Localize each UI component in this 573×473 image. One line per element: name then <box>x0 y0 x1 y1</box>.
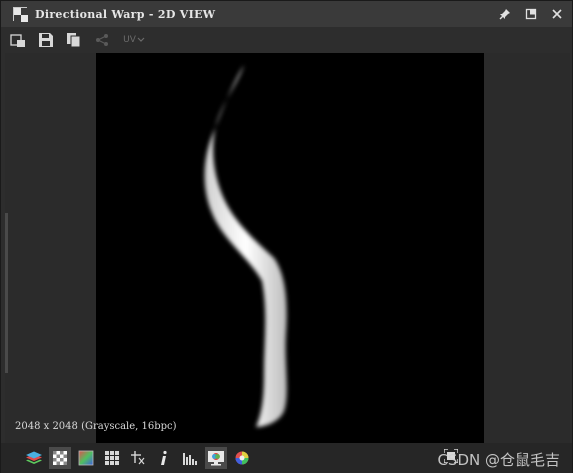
checker-background-icon[interactable] <box>49 447 71 469</box>
histogram-icon[interactable] <box>179 447 201 469</box>
2d-view-icon <box>13 7 28 22</box>
save-icon[interactable] <box>35 29 57 51</box>
info-icon[interactable] <box>153 447 175 469</box>
color-gradient-icon[interactable] <box>75 447 97 469</box>
2d-viewport[interactable]: 2048 x 2048 (Grayscale, 16bpc) <box>5 53 570 443</box>
grid-icon[interactable] <box>101 447 123 469</box>
title-bar: Directional Warp - 2D VIEW <box>1 1 572 27</box>
viewport-edge <box>5 213 8 373</box>
tile-icon[interactable] <box>127 447 149 469</box>
monitor-icon[interactable] <box>205 447 227 469</box>
chevron-down-icon <box>137 37 145 42</box>
pin-icon[interactable] <box>496 5 514 23</box>
color-wheel-icon[interactable] <box>231 447 253 469</box>
title-controls <box>496 5 566 23</box>
close-icon[interactable] <box>548 5 566 23</box>
warped-stroke-shape <box>204 65 287 427</box>
share-icon[interactable] <box>91 29 113 51</box>
watermark-text: CSDN @仓鼠毛吉 <box>437 451 560 469</box>
restore-icon[interactable] <box>522 5 540 23</box>
copy-to-icon[interactable] <box>7 29 29 51</box>
resolution-info: 2048 x 2048 (Grayscale, 16bpc) <box>15 421 177 432</box>
layers-icon[interactable] <box>23 447 45 469</box>
uv-dropdown[interactable]: UV <box>119 29 149 51</box>
uv-label: UV <box>123 35 136 45</box>
2d-view-panel: Directional Warp - 2D VIEW UV 2048 x 204… <box>0 0 573 473</box>
texture-preview[interactable] <box>96 53 484 443</box>
top-toolbar: UV <box>1 27 572 53</box>
copy-icon[interactable] <box>63 29 85 51</box>
window-title: Directional Warp - 2D VIEW <box>35 7 216 21</box>
